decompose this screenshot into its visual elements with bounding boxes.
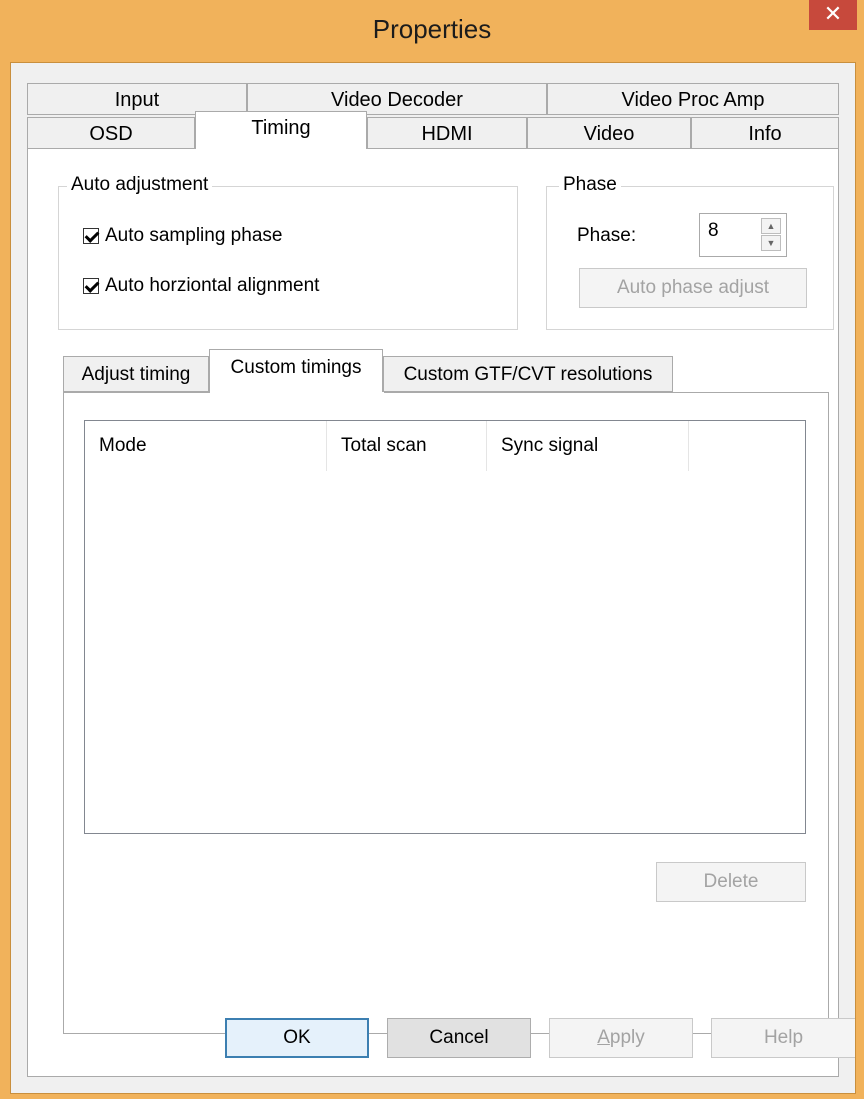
tab-video[interactable]: Video xyxy=(527,117,691,149)
panel-top-border xyxy=(384,392,829,393)
tab-label: Custom timings xyxy=(230,357,362,378)
panel-top-border-left xyxy=(64,392,210,393)
close-icon: ✕ xyxy=(823,1,843,26)
ok-button[interactable]: OK xyxy=(225,1018,369,1058)
tab-label: Video Proc Amp xyxy=(621,89,765,111)
tab-label: Timing xyxy=(251,117,311,139)
button-label: Delete xyxy=(703,871,759,892)
tab-label: Input xyxy=(114,89,160,111)
close-button[interactable]: ✕ xyxy=(809,0,857,30)
custom-timings-list[interactable]: Mode Total scan Sync signal xyxy=(84,420,806,834)
custom-timings-panel: Mode Total scan Sync signal Delete xyxy=(63,392,829,1034)
tab-label: Video Decoder xyxy=(331,89,463,111)
dialog-client-area: Input Video Decoder Video Proc Amp OSD T… xyxy=(10,62,856,1094)
auto-sampling-phase-label: Auto sampling phase xyxy=(105,225,283,246)
cancel-button[interactable]: Cancel xyxy=(387,1018,531,1058)
button-label: Auto phase adjust xyxy=(616,277,770,298)
window-title: Properties xyxy=(372,14,492,44)
spin-down-button[interactable]: ▼ xyxy=(761,235,781,251)
properties-window: Properties ✕ Input Video Decoder Video P… xyxy=(0,0,864,1099)
column-sync-signal[interactable]: Sync signal xyxy=(487,421,689,471)
tab-label: Custom GTF/CVT resolutions xyxy=(403,364,653,385)
help-button[interactable]: Help xyxy=(711,1018,855,1058)
auto-horizontal-alignment-label: Auto horziontal alignment xyxy=(105,275,320,296)
column-total-scan[interactable]: Total scan xyxy=(327,421,487,471)
timing-tab-panel: Auto adjustment Auto sampling phase Auto… xyxy=(27,149,839,1077)
button-label: pply xyxy=(609,1027,645,1048)
subtab-adjust-timing[interactable]: Adjust timing xyxy=(63,356,209,392)
tab-video-proc-amp[interactable]: Video Proc Amp xyxy=(547,83,839,115)
arrow-up-icon: ▲ xyxy=(766,221,776,231)
column-label: Sync signal xyxy=(501,435,599,456)
column-empty[interactable] xyxy=(689,421,805,471)
phase-group-label: Phase xyxy=(559,174,621,196)
checkbox-checked-icon xyxy=(83,278,99,294)
subtab-custom-timings[interactable]: Custom timings xyxy=(209,349,383,395)
tab-label: Adjust timing xyxy=(81,364,191,385)
auto-adjustment-label: Auto adjustment xyxy=(67,174,213,196)
column-label: Total scan xyxy=(341,435,427,456)
arrow-down-icon: ▼ xyxy=(766,238,776,248)
apply-mnemonic: A xyxy=(597,1027,610,1048)
tab-label: Info xyxy=(748,123,782,145)
auto-phase-adjust-button[interactable]: Auto phase adjust xyxy=(579,268,807,308)
phase-field-label: Phase: xyxy=(577,225,637,246)
tab-osd[interactable]: OSD xyxy=(27,117,195,149)
tab-label: Video xyxy=(583,123,635,145)
column-label: Mode xyxy=(99,435,147,456)
tab-hdmi[interactable]: HDMI xyxy=(367,117,527,149)
tab-timing[interactable]: Timing xyxy=(195,111,367,151)
checkbox-checked-icon xyxy=(83,228,99,244)
phase-group: Phase Phase: 8 ▲ ▼ Auto phase adjust xyxy=(546,174,834,330)
subtab-custom-gtf-cvt[interactable]: Custom GTF/CVT resolutions xyxy=(383,356,673,392)
auto-sampling-phase-checkbox[interactable]: Auto sampling phase xyxy=(83,225,282,247)
button-label: Help xyxy=(763,1027,804,1048)
title-bar[interactable]: Properties ✕ xyxy=(0,0,864,62)
tab-label: HDMI xyxy=(421,123,473,145)
delete-button[interactable]: Delete xyxy=(656,862,806,902)
apply-button[interactable]: Apply xyxy=(549,1018,693,1058)
tab-info[interactable]: Info xyxy=(691,117,839,149)
spin-up-button[interactable]: ▲ xyxy=(761,218,781,234)
button-label: OK xyxy=(283,1027,311,1048)
button-label: Cancel xyxy=(429,1027,489,1048)
auto-adjustment-group: Auto adjustment Auto sampling phase Auto… xyxy=(58,174,518,330)
phase-spinner[interactable]: 8 ▲ ▼ xyxy=(699,213,787,257)
tab-label: OSD xyxy=(89,123,133,145)
auto-horizontal-alignment-checkbox[interactable]: Auto horziontal alignment xyxy=(83,275,319,297)
column-mode[interactable]: Mode xyxy=(85,421,327,471)
phase-value: 8 xyxy=(708,220,719,241)
